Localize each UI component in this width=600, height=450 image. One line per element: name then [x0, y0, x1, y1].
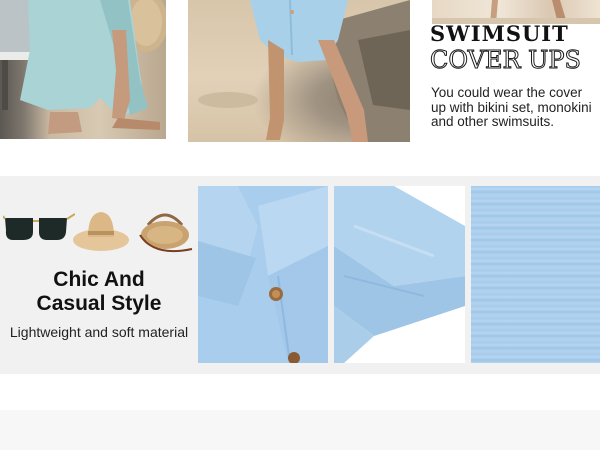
headline-description: You could wear the cover up with bikini … — [431, 85, 592, 129]
sun-hat-icon — [73, 212, 129, 251]
fabric-texture-photo — [471, 186, 600, 363]
bottom-strip — [0, 410, 600, 450]
chic-title-line-1: Chic And — [53, 268, 145, 291]
swimsuit-cover-ups-headline: SWIMSUIT COVER UPS — [430, 21, 600, 75]
sleeve-fabric-detail-photo — [334, 186, 465, 363]
chic-casual-title: Chic And Casual Style — [0, 268, 198, 316]
straw-bag-icon — [139, 213, 193, 253]
material-subtitle: Lightweight and soft material — [9, 324, 189, 340]
sunglasses-icon — [3, 213, 75, 240]
headline-line-1: SWIMSUIT — [430, 21, 569, 46]
model-shirt-dress-beach-photo — [188, 0, 410, 142]
chic-title-line-2: Casual Style — [36, 292, 162, 315]
collar-button-detail-photo — [198, 186, 328, 363]
model-dress-photo-left — [0, 0, 166, 139]
headline-line-2: COVER UPS — [430, 46, 582, 75]
